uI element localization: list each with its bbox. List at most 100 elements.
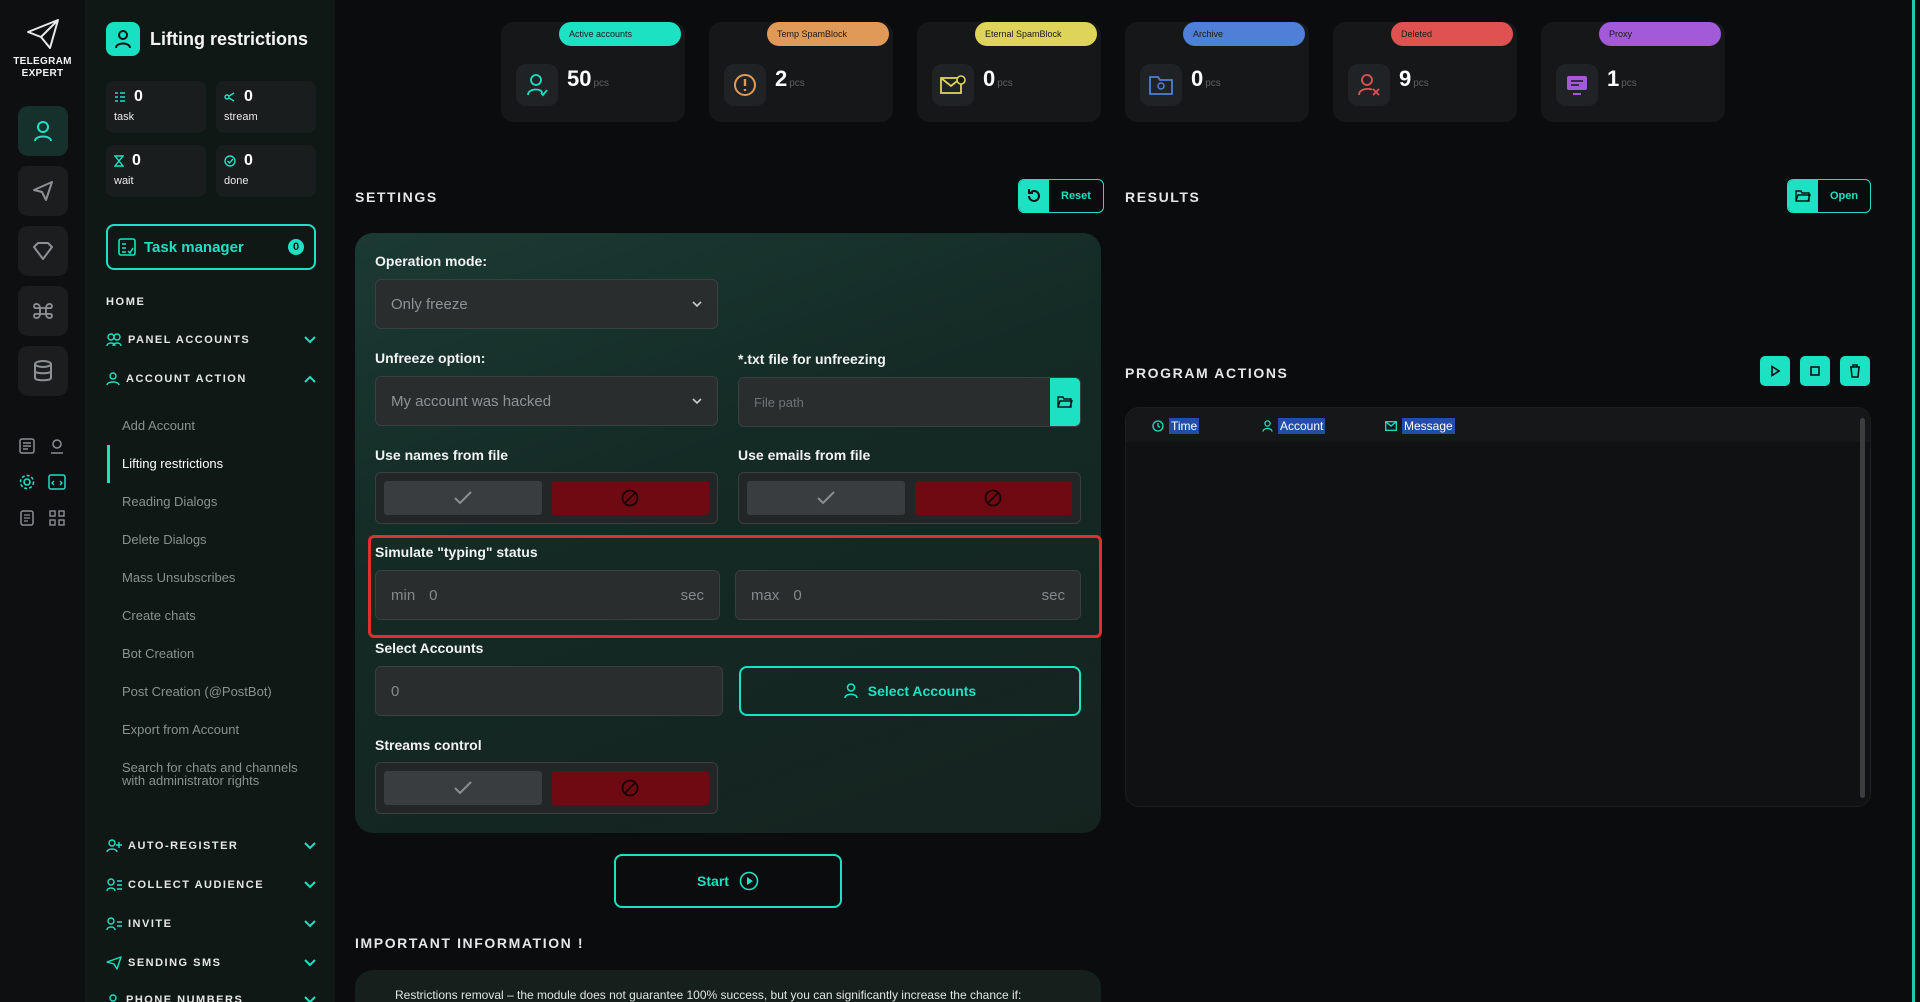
rail-command-button[interactable]: [18, 286, 68, 336]
results-title: RESULTS: [1125, 189, 1201, 205]
typing-max-input[interactable]: max 0 sec: [735, 570, 1081, 620]
nav-collect-audience[interactable]: COLLECT AUDIENCE: [106, 875, 316, 895]
operation-mode-select[interactable]: Only freeze: [375, 279, 718, 329]
operation-mode-value: Only freeze: [391, 295, 468, 313]
sidebar-item-export-from-account[interactable]: Export from Account: [122, 723, 312, 736]
card-active-accounts[interactable]: Active accounts 50 pcs: [501, 22, 685, 122]
program-actions-title: PROGRAM ACTIONS: [1125, 365, 1289, 381]
card-archive[interactable]: Archive 0 pcs: [1125, 22, 1309, 122]
use-emails-yes-button[interactable]: [747, 481, 905, 515]
start-button[interactable]: Start: [614, 854, 842, 908]
log-clear-button[interactable]: [1840, 356, 1870, 386]
nav-sending-sms[interactable]: SENDING SMS: [106, 953, 316, 973]
rail-mini-doc-button[interactable]: [17, 508, 37, 528]
ban-icon: [984, 489, 1002, 507]
sidebar-item-post-creation[interactable]: Post Creation (@PostBot): [122, 685, 312, 698]
sidebar-item-search-admin-chats[interactable]: Search for chats and channels with admin…: [122, 761, 307, 787]
card-value: 0 pcs: [1191, 66, 1221, 91]
stat-stream-value: 0: [244, 88, 253, 105]
icon-rail: TELEGRAM EXPERT: [0, 0, 85, 1002]
rail-mini-code-button[interactable]: [47, 472, 67, 492]
folder-open-icon: [1788, 180, 1818, 212]
card-eternal-spamblock[interactable]: Eternal SpamBlock 0 pcs: [917, 22, 1101, 122]
nav-invite[interactable]: INVITE: [106, 914, 316, 934]
column-time[interactable]: Time: [1152, 418, 1200, 434]
use-emails-no-button[interactable]: [914, 481, 1072, 515]
unfreeze-option-select[interactable]: My account was hacked: [375, 376, 718, 426]
rail-database-button[interactable]: [18, 346, 68, 396]
clock-icon: [1152, 420, 1164, 432]
file-path-field[interactable]: File path: [738, 377, 1081, 427]
chevron-down-icon: [304, 959, 316, 967]
card-pill: Proxy: [1599, 22, 1721, 46]
log-play-button[interactable]: [1760, 356, 1790, 386]
send-icon: [106, 956, 122, 970]
streams-no-button[interactable]: [551, 771, 709, 805]
nav-home[interactable]: HOME: [106, 296, 145, 308]
sidebar-item-lifting-restrictions[interactable]: Lifting restrictions: [122, 457, 312, 470]
browse-folder-button[interactable]: [1050, 378, 1080, 426]
archive-folder-icon: [1140, 64, 1182, 106]
use-names-no-button[interactable]: [551, 481, 709, 515]
nav-auto-register[interactable]: AUTO-REGISTER: [106, 836, 316, 856]
nav-account-action[interactable]: ACCOUNT ACTION: [106, 369, 316, 389]
rail-diamond-button[interactable]: [18, 226, 68, 276]
open-results-button[interactable]: Open: [1787, 179, 1872, 213]
brand-logo: TELEGRAM EXPERT: [0, 18, 85, 80]
app-window: TELEGRAM EXPERT Lifting restrictions 0 t…: [0, 0, 1920, 1002]
nav-sending-sms-label: SENDING SMS: [128, 957, 222, 969]
sidebar: Lifting restrictions 0 task 0 stream 0 w…: [85, 0, 335, 1002]
sidebar-item-reading-dialogs[interactable]: Reading Dialogs: [122, 495, 312, 508]
gear-icon: [19, 474, 35, 490]
card-pill: Active accounts: [559, 22, 681, 46]
stop-icon: [1810, 366, 1820, 376]
nav-panel-accounts[interactable]: PANEL ACCOUNTS: [106, 330, 316, 350]
selected-accounts-count-field[interactable]: 0: [375, 666, 723, 716]
max-value: 0: [793, 586, 802, 604]
rail-mini-grid-button[interactable]: [47, 508, 67, 528]
rail-accounts-button[interactable]: [18, 106, 68, 156]
max-unit: sec: [1041, 586, 1065, 604]
use-names-label: Use names from file: [375, 447, 509, 463]
nav-account-action-label: ACCOUNT ACTION: [126, 373, 247, 385]
nav-phone-numbers[interactable]: PHONE NUMBERS: [106, 990, 316, 1002]
sidebar-item-delete-dialogs[interactable]: Delete Dialogs: [122, 533, 312, 546]
card-deleted[interactable]: Deleted 9 pcs: [1333, 22, 1517, 122]
chevron-down-icon: [692, 398, 702, 404]
chevron-down-icon: [692, 301, 702, 307]
select-accounts-button-label: Select Accounts: [867, 683, 977, 699]
column-account[interactable]: Account: [1262, 418, 1326, 434]
card-temp-spamblock[interactable]: Temp SpamBlock 2 pcs: [709, 22, 893, 122]
log-scrollbar[interactable]: [1860, 418, 1865, 798]
log-header: Time Account Message: [1126, 408, 1870, 442]
rail-send-button[interactable]: [18, 166, 68, 216]
select-accounts-button[interactable]: Select Accounts: [739, 666, 1081, 716]
sidebar-item-mass-unsubscribes[interactable]: Mass Unsubscribes: [122, 571, 312, 584]
sidebar-item-add-account[interactable]: Add Account: [122, 419, 312, 432]
stat-done-label: done: [224, 175, 249, 187]
nav-invite-label: INVITE: [128, 918, 173, 930]
select-accounts-label: Select Accounts: [375, 640, 484, 656]
task-manager-button[interactable]: Task manager 0: [106, 224, 316, 270]
column-message-label: Message: [1402, 418, 1455, 434]
sidebar-item-bot-creation[interactable]: Bot Creation: [122, 647, 312, 660]
rail-mini-settings-button[interactable]: [17, 472, 37, 492]
card-proxy[interactable]: Proxy 1 pcs: [1541, 22, 1725, 122]
check-icon: [454, 781, 472, 795]
rail-mini-list-button[interactable]: [17, 436, 37, 456]
txt-file-label: *.txt file for unfreezing: [738, 351, 886, 367]
reset-button[interactable]: Reset: [1018, 179, 1104, 213]
sidebar-item-create-chats[interactable]: Create chats: [122, 609, 312, 622]
reset-icon: [1019, 180, 1049, 212]
column-message[interactable]: Message: [1385, 418, 1455, 434]
typing-min-input[interactable]: min 0 sec: [375, 570, 720, 620]
location-user-icon: [51, 439, 63, 454]
rail-mini-location-button[interactable]: [47, 436, 67, 456]
log-stop-button[interactable]: [1800, 356, 1830, 386]
user-icon: [516, 64, 558, 106]
use-names-yes-button[interactable]: [384, 481, 542, 515]
operation-mode-label: Operation mode:: [375, 253, 488, 269]
warning-icon: [724, 64, 766, 106]
reset-label: Reset: [1061, 190, 1091, 202]
streams-yes-button[interactable]: [384, 771, 542, 805]
